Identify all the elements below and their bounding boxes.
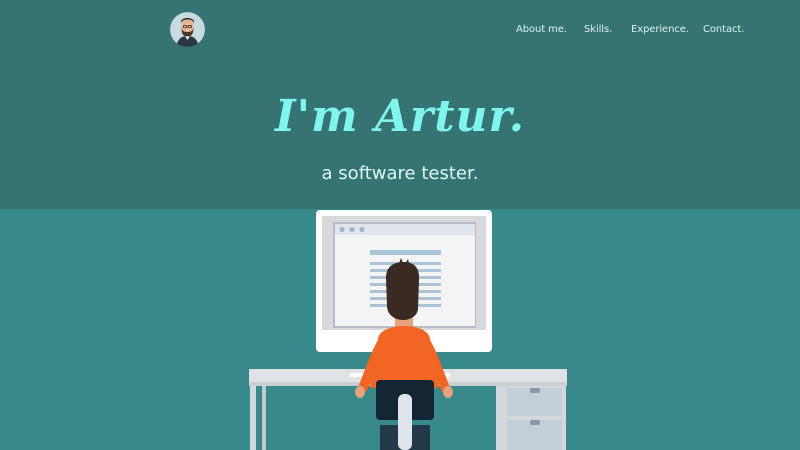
illustration-tester-at-desk [249, 210, 567, 450]
